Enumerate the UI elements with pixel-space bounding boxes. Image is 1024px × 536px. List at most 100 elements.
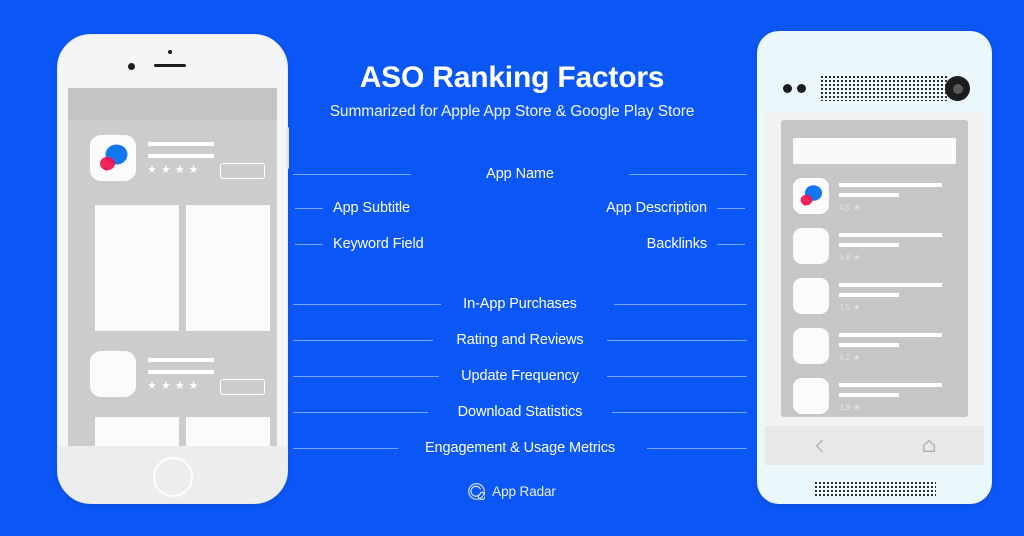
home-button-icon[interactable] [152,457,193,497]
infographic-canvas: ASO Ranking Factors Summarized for Apple… [0,0,1024,536]
app-list-item[interactable]: ★ ★ ★ ★ [68,132,277,192]
app-store-header-bar [68,88,277,120]
app-title-placeholder [148,142,214,146]
app-list-item[interactable]: ★ ★ ★ ★ [68,348,277,408]
back-nav-icon[interactable] [812,438,828,454]
radar-spiral-icon [468,483,486,500]
home-nav-icon[interactable] [921,438,937,454]
app-title-placeholder [839,333,942,337]
app-icon [90,351,136,397]
screenshot-preview[interactable] [186,417,270,446]
iphone-screen: ★ ★ ★ ★ ★ ★ ★ ★ [68,88,277,446]
divider-line-left [293,340,433,341]
star-icon: ★ [174,164,185,176]
search-input[interactable] [793,138,956,164]
app-title-placeholder [839,383,942,387]
rating-value: 3,9 ★ [839,403,860,412]
app-list-item[interactable]: 4,2 ★ [793,328,968,371]
app-subtitle-placeholder [839,393,899,397]
divider-line-right [717,208,745,209]
get-button[interactable] [220,163,265,179]
factor-label: App Name [486,166,554,182]
star-icon: ★ [853,252,861,262]
divider-line-left [293,304,441,305]
divider-line-right [629,174,747,175]
rating-value: 4,5 ★ [839,203,860,212]
iphone-top-bezel [58,35,287,87]
app-subtitle-placeholder [148,154,214,158]
factor-label: Update Frequency [461,368,579,384]
divider-line-left [293,448,398,449]
app-title-placeholder [839,183,942,187]
app-icon [793,178,829,214]
factor-update-frequency: Update Frequency [290,358,750,394]
factor-pair-subtitle-description: App Subtitle App Description [290,190,750,226]
factor-backlinks: Backlinks [290,226,750,262]
app-subtitle-placeholder [148,370,214,374]
factor-rating-and-reviews: Rating and Reviews [290,322,750,358]
star-icon: ★ [853,202,861,212]
android-mockup: 4,5 ★ 3,8 ★ 3,5 ★ 4,2 ★ 3,9 ★ [757,31,992,504]
factor-label: In-App Purchases [463,296,577,312]
app-list-item[interactable]: 3,8 ★ [793,228,968,271]
rating-number: 4,5 [839,203,851,212]
front-camera-icon [783,84,792,93]
play-store-panel: 4,5 ★ 3,8 ★ 3,5 ★ 4,2 ★ 3,9 ★ [781,120,968,464]
star-icon: ★ [147,164,157,176]
divider-line-right [614,304,747,305]
app-list-item[interactable]: 4,5 ★ [793,178,968,221]
star-icon: ★ [853,352,861,362]
divider-line-right [612,412,747,413]
brand-name: App Radar [492,484,556,499]
app-subtitle-placeholder [839,293,899,297]
speaker-grille-icon [820,75,948,101]
power-button[interactable] [286,127,289,169]
camera-lens-icon [945,76,970,101]
app-list-item[interactable]: 3,9 ★ [793,378,968,421]
page-subtitle: Summarized for Apple App Store & Google … [329,102,695,120]
app-icon [793,328,829,364]
star-icon: ★ [160,164,171,176]
sensor-icon [797,84,806,93]
app-icon [793,228,829,264]
factor-label: App Description [606,200,707,216]
screenshot-preview[interactable] [95,205,179,331]
app-subtitle-placeholder [839,193,899,197]
factor-label: Engagement & Usage Metrics [424,440,616,456]
divider-line-right [607,340,747,341]
factor-app-name: App Name [290,158,750,190]
iphone-mockup: ★ ★ ★ ★ ★ ★ ★ ★ [57,34,289,504]
factor-download-statistics: Download Statistics [290,394,750,430]
app-subtitle-placeholder [839,343,899,347]
header: ASO Ranking Factors Summarized for Apple… [262,62,762,120]
screenshot-preview[interactable] [186,205,270,331]
app-list-item[interactable]: 3,5 ★ [793,278,968,321]
rating-number: 3,8 [839,253,851,262]
star-icon: ★ [147,380,157,392]
rating-value: 3,8 ★ [839,253,860,262]
factor-pair-keyword-backlinks: Keyword Field Backlinks [290,226,750,262]
proximity-sensor-icon [168,50,172,54]
app-title-placeholder [839,233,942,237]
divider-line-left [293,412,428,413]
android-screen: 4,5 ★ 3,8 ★ 3,5 ★ 4,2 ★ 3,9 ★ [765,112,984,465]
app-subtitle-placeholder [839,243,899,247]
rating-number: 3,9 [839,403,851,412]
front-camera-icon [128,63,135,70]
factor-app-description: App Description [290,190,750,226]
android-navigation-bar [765,426,984,465]
get-button[interactable] [220,379,265,395]
speech-bubbles-icon [100,144,128,171]
divider-line-right [717,244,745,245]
page-title: ASO Ranking Factors [359,61,665,94]
screenshot-preview[interactable] [95,417,179,446]
bottom-speaker-grille-icon [814,481,936,498]
iphone-bottom-bezel [58,446,287,503]
app-icon [793,278,829,314]
app-icon [793,378,829,414]
ranking-factor-list: App Name App Subtitle App Description Ke… [290,158,750,466]
divider-line-left [293,174,411,175]
app-title-placeholder [839,283,942,287]
star-icon: ★ [160,380,171,392]
